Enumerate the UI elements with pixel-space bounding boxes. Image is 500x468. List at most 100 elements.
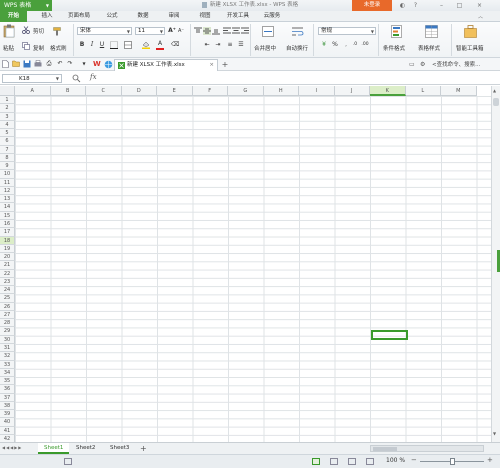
column-header[interactable]: H bbox=[263, 86, 299, 96]
wrap-text-label[interactable]: 自动换行 bbox=[286, 44, 308, 52]
cut-label[interactable]: 剪切 bbox=[33, 27, 44, 35]
column-header[interactable]: A bbox=[15, 86, 51, 96]
wrap-text-icon[interactable] bbox=[292, 26, 304, 37]
merge-cells-icon[interactable] bbox=[124, 41, 132, 49]
sheet-tab-2[interactable]: Sheet2 bbox=[70, 443, 101, 454]
row-header[interactable]: 25 bbox=[0, 294, 15, 303]
row-header[interactable]: 12 bbox=[0, 186, 15, 196]
row-header[interactable]: 35 bbox=[0, 377, 15, 386]
row-header[interactable]: 30 bbox=[0, 335, 15, 344]
decrease-font-icon[interactable]: A⁻ bbox=[177, 27, 185, 35]
zoom-icon[interactable] bbox=[72, 74, 81, 83]
align-left-icon[interactable] bbox=[223, 27, 231, 35]
reading-view-icon[interactable] bbox=[366, 458, 374, 465]
row-header[interactable]: 31 bbox=[0, 343, 15, 353]
print-icon[interactable] bbox=[34, 60, 42, 68]
column-header[interactable]: F bbox=[192, 86, 228, 96]
row-header[interactable]: 4 bbox=[0, 120, 15, 130]
sheet-tab-1[interactable]: Sheet1 bbox=[38, 443, 70, 454]
app-menu-button[interactable]: WPS 表格 ▼ bbox=[0, 0, 52, 11]
tab-cloud[interactable]: 云服务 bbox=[257, 11, 287, 22]
italic-icon[interactable]: I bbox=[88, 41, 96, 49]
cell-area[interactable] bbox=[15, 96, 491, 442]
formula-input[interactable] bbox=[103, 74, 488, 83]
scroll-up-icon[interactable]: ▲ bbox=[493, 88, 496, 93]
distributed-icon[interactable]: ☰ bbox=[237, 41, 245, 49]
table-style-icon[interactable] bbox=[425, 25, 438, 38]
row-header[interactable]: 36 bbox=[0, 385, 15, 394]
align-middle-icon[interactable] bbox=[203, 27, 211, 35]
row-header[interactable]: 7 bbox=[0, 145, 15, 154]
row-header[interactable]: 19 bbox=[0, 244, 15, 254]
copy-icon[interactable] bbox=[22, 42, 30, 50]
tab-formulas[interactable]: 公式 bbox=[98, 11, 126, 22]
row-header[interactable]: 27 bbox=[0, 310, 15, 320]
clear-format-icon[interactable]: ⌫ bbox=[171, 41, 179, 49]
tab-insert[interactable]: 插入 bbox=[33, 11, 61, 22]
row-header[interactable]: 39 bbox=[0, 410, 15, 419]
row-header[interactable]: 18 bbox=[0, 236, 15, 245]
tab-view[interactable]: 视图 bbox=[191, 11, 219, 22]
justify-icon[interactable]: ≡ bbox=[226, 41, 234, 49]
scrollbar-thumb[interactable] bbox=[373, 447, 397, 451]
active-cell[interactable] bbox=[371, 330, 408, 340]
row-header[interactable]: 42 bbox=[0, 434, 15, 442]
fill-color-icon[interactable] bbox=[142, 41, 150, 49]
align-center-icon[interactable] bbox=[232, 27, 240, 35]
tab-home[interactable]: 开始 bbox=[0, 11, 27, 22]
print-preview-icon[interactable]: ⎙ bbox=[45, 60, 53, 68]
paste-label[interactable]: 粘贴 bbox=[3, 44, 14, 52]
row-header[interactable]: 3 bbox=[0, 112, 15, 121]
thousands-icon[interactable]: , bbox=[342, 41, 350, 49]
scroll-down-icon[interactable]: ▼ bbox=[493, 431, 496, 436]
row-header[interactable]: 10 bbox=[0, 170, 15, 179]
row-header[interactable]: 20 bbox=[0, 253, 15, 262]
row-header[interactable]: 15 bbox=[0, 211, 15, 220]
indent-decrease-icon[interactable]: ⇤ bbox=[203, 41, 211, 49]
row-header[interactable]: 13 bbox=[0, 195, 15, 204]
close-tab-icon[interactable]: × bbox=[209, 60, 214, 71]
zoom-out-button[interactable]: − bbox=[411, 456, 417, 464]
scrollbar-thumb[interactable] bbox=[493, 98, 499, 106]
increase-decimal-icon[interactable]: .0 bbox=[351, 41, 359, 49]
horizontal-scrollbar[interactable] bbox=[370, 445, 484, 452]
minimize-button[interactable]: – bbox=[436, 1, 447, 10]
indent-increase-icon[interactable]: ⇥ bbox=[214, 41, 222, 49]
document-tab[interactable]: 新建 XLSX 工作表.xlsx × bbox=[114, 59, 218, 71]
row-header[interactable]: 2 bbox=[0, 104, 15, 113]
table-style-label[interactable]: 表格样式 bbox=[418, 44, 440, 52]
row-header[interactable]: 40 bbox=[0, 418, 15, 427]
zoom-in-button[interactable]: + bbox=[487, 456, 493, 464]
align-bottom-icon[interactable] bbox=[212, 27, 220, 35]
column-header[interactable]: I bbox=[299, 86, 335, 96]
column-header[interactable]: B bbox=[50, 86, 86, 96]
add-sheet-button[interactable]: + bbox=[140, 443, 147, 454]
smart-toolbox-label[interactable]: 智能工具箱 bbox=[456, 44, 484, 52]
row-header[interactable]: 28 bbox=[0, 319, 15, 328]
row-header[interactable]: 37 bbox=[0, 393, 15, 402]
tab-data[interactable]: 数据 bbox=[129, 11, 157, 22]
skin-icon[interactable]: ◐ bbox=[397, 1, 408, 10]
sheet-nav-arrows-icon[interactable]: ◀◀◀▶▶ bbox=[2, 445, 22, 450]
row-header[interactable]: 22 bbox=[0, 269, 15, 278]
bold-icon[interactable]: B bbox=[78, 41, 86, 49]
smart-toolbox-icon[interactable] bbox=[464, 25, 477, 38]
normal-view-icon[interactable] bbox=[312, 458, 320, 465]
globe-icon[interactable] bbox=[104, 60, 113, 69]
row-header[interactable]: 29 bbox=[0, 327, 15, 336]
row-header[interactable]: 1 bbox=[0, 96, 15, 105]
help-icon[interactable]: ? bbox=[410, 1, 421, 10]
row-header[interactable]: 21 bbox=[0, 261, 15, 270]
maximize-button[interactable]: □ bbox=[454, 1, 465, 10]
chevron-up-icon[interactable]: ︿ bbox=[478, 13, 486, 20]
decrease-decimal-icon[interactable]: .00 bbox=[361, 41, 369, 49]
sheet-tab-3[interactable]: Sheet3 bbox=[104, 443, 135, 454]
row-header[interactable]: 26 bbox=[0, 302, 15, 311]
select-all-corner[interactable] bbox=[0, 86, 15, 96]
conditional-format-label[interactable]: 条件格式 bbox=[383, 44, 405, 52]
wps-logo-icon[interactable]: W bbox=[93, 60, 102, 69]
row-header[interactable]: 24 bbox=[0, 286, 15, 295]
format-painter-label[interactable]: 格式刷 bbox=[50, 44, 67, 52]
row-header[interactable]: 23 bbox=[0, 277, 15, 287]
chevron-down-icon[interactable]: ▼ bbox=[80, 60, 88, 68]
